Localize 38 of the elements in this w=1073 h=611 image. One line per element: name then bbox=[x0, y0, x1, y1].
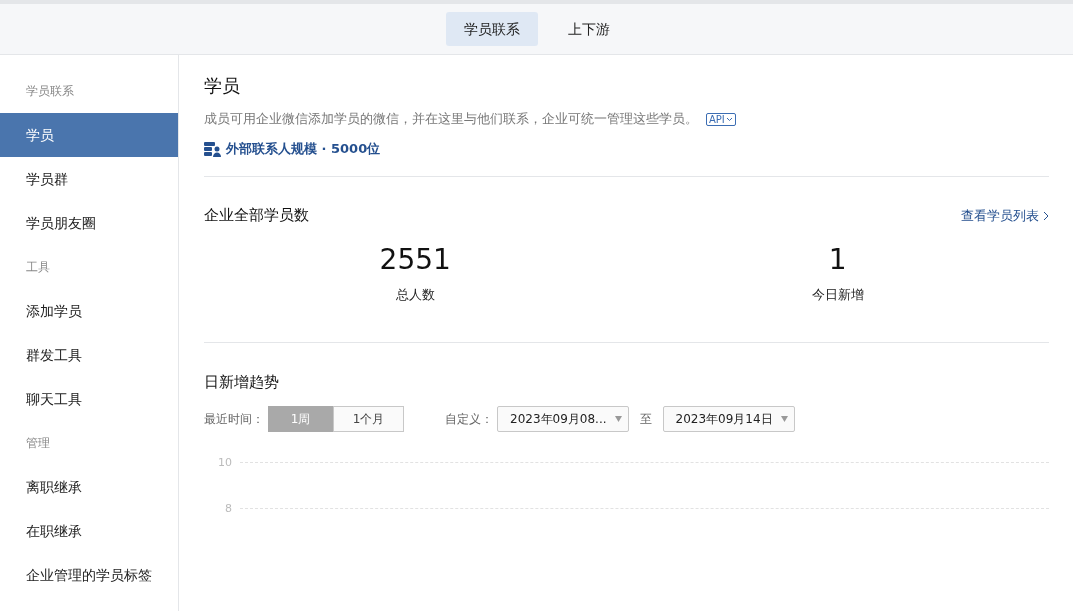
sidebar-group-title: 学员联系 bbox=[25, 83, 75, 100]
sidebar-item[interactable]: 群发工具 bbox=[0, 333, 178, 377]
top-tab[interactable]: 学员联系 bbox=[445, 12, 538, 46]
view-list-link[interactable]: 查看学员列表 bbox=[961, 206, 1049, 225]
top-tab[interactable]: 上下游 bbox=[549, 12, 628, 46]
sidebar-item[interactable]: 学员朋友圈 bbox=[0, 201, 178, 245]
stat-label: 总人数 bbox=[395, 286, 435, 304]
page-title: 学员 bbox=[204, 74, 241, 98]
custom-label: 自定义： bbox=[445, 410, 493, 428]
range-tab[interactable]: 1个月 bbox=[333, 406, 404, 432]
sidebar-item[interactable]: 离职继承 bbox=[0, 465, 178, 509]
stat-label: 今日新增 bbox=[811, 286, 864, 304]
section-title: 日新增趋势 bbox=[204, 373, 280, 392]
sidebar-item[interactable]: 添加学员 bbox=[0, 289, 178, 333]
sidebar-group-title: 管理 bbox=[25, 435, 51, 452]
api-dropdown[interactable]: API bbox=[706, 112, 736, 126]
description: 成员可用企业微信添加学员的微信，并在这里与他们联系，企业可统一管理这些学员。 bbox=[204, 110, 698, 128]
chevron-down-icon bbox=[725, 116, 733, 122]
range-label: 最近时间： bbox=[204, 410, 264, 428]
end-date-select[interactable]: 2023年09月14日 bbox=[662, 406, 795, 432]
chevron-right-icon bbox=[1043, 210, 1049, 221]
sidebar-item[interactable]: 学员群 bbox=[0, 157, 178, 201]
sidebar-item[interactable]: 聊天工具 bbox=[0, 377, 178, 421]
sidebar-item[interactable]: 在职继承 bbox=[0, 509, 178, 553]
start-date-select[interactable]: 2023年09月08... bbox=[497, 406, 629, 432]
stat-value: 2551 bbox=[379, 243, 451, 276]
axis-tick: 10 bbox=[217, 456, 232, 469]
contact-scale: 外部联系人规模 · 5000位 bbox=[226, 140, 381, 158]
contacts-icon bbox=[204, 141, 221, 157]
section-title: 企业全部学员数 bbox=[204, 206, 309, 225]
sidebar-item[interactable]: 企业管理的学员标签 bbox=[0, 553, 178, 597]
sidebar-group-title: 工具 bbox=[25, 259, 51, 276]
to-label: 至 bbox=[639, 410, 652, 428]
axis-tick: 8 bbox=[224, 502, 232, 515]
caret-down-icon bbox=[780, 416, 788, 422]
stat-value: 1 bbox=[828, 243, 847, 276]
sidebar-item[interactable]: 学员 bbox=[0, 113, 178, 157]
caret-down-icon bbox=[614, 416, 622, 422]
